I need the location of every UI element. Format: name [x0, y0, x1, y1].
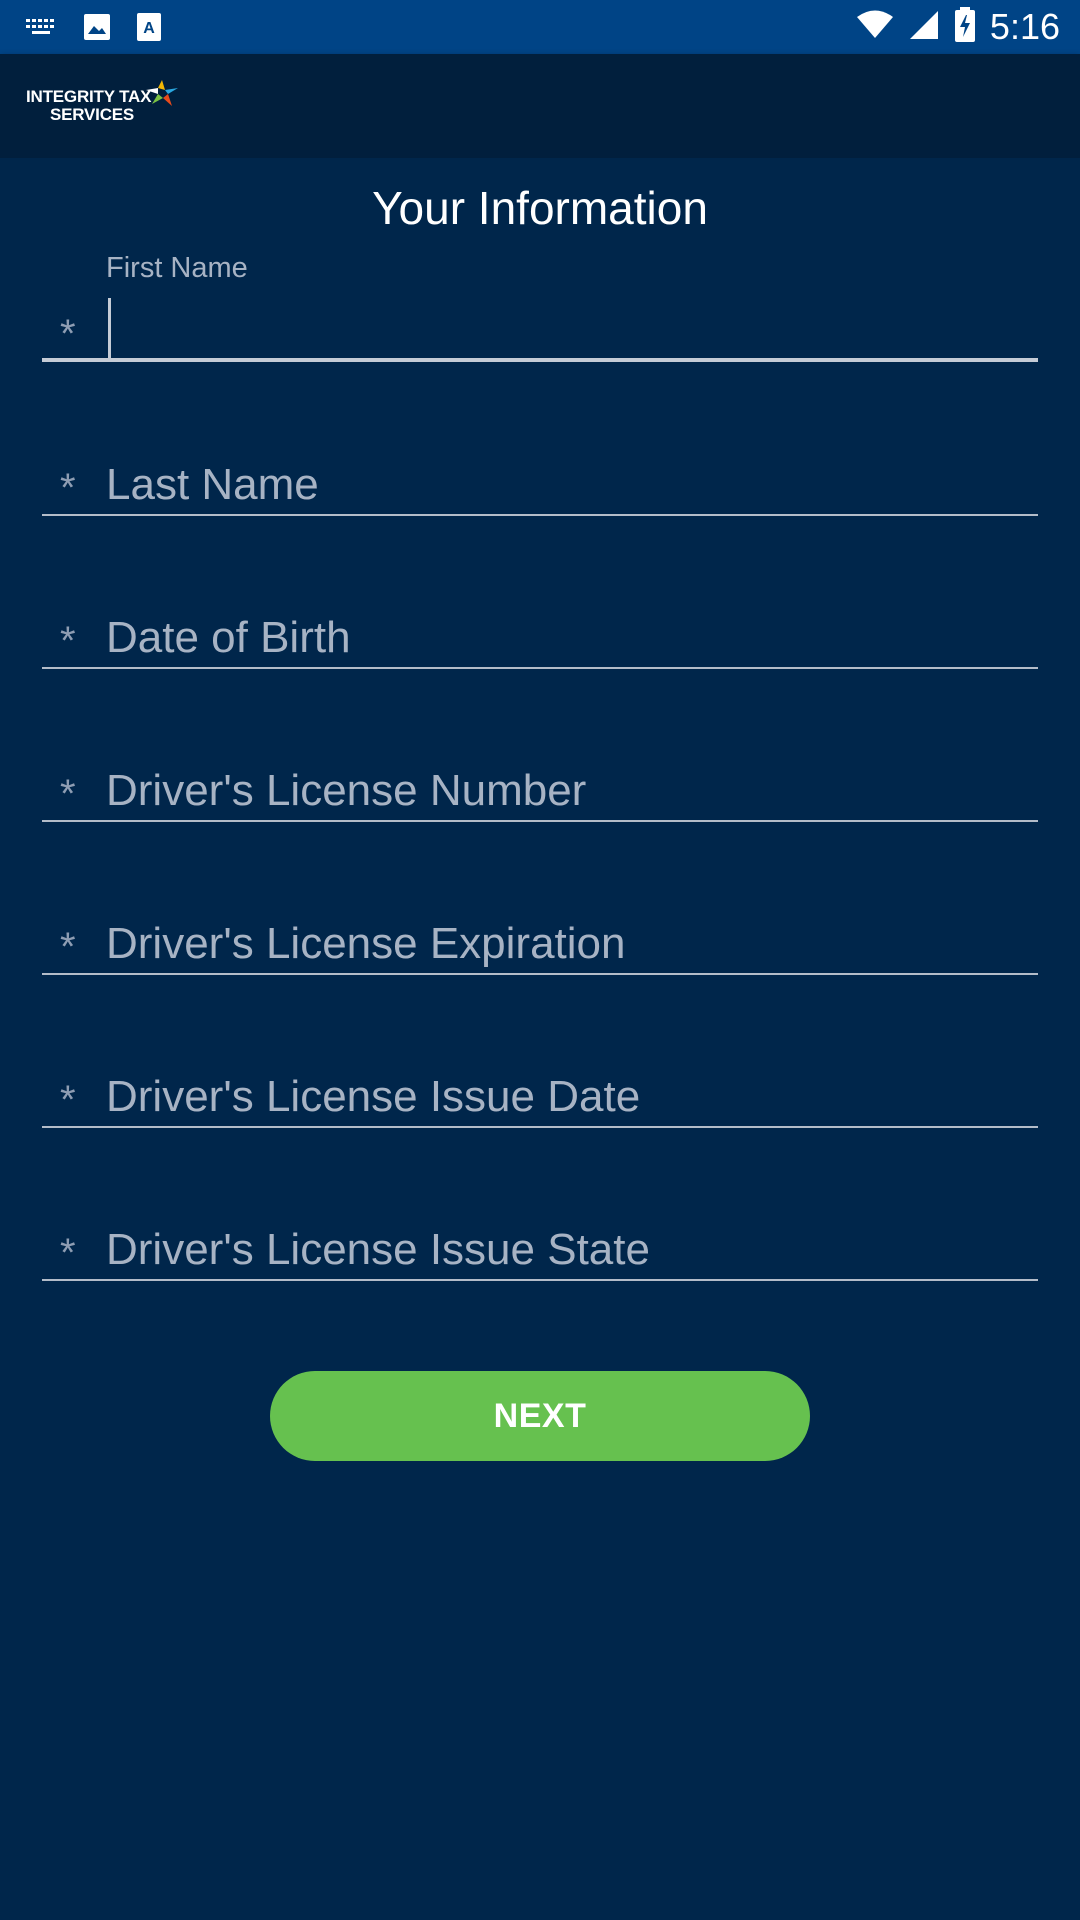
required-marker: *	[60, 1231, 76, 1275]
first-name-field[interactable]: First Name *	[42, 252, 1038, 362]
status-bar: A 5:16	[0, 0, 1080, 54]
integrity-tax-logo[interactable]: INTEGRITY TAX SERVICES	[26, 78, 186, 138]
drivers-license-issue-state-placeholder: Driver's License Issue State	[106, 1225, 650, 1274]
notification-icons: A	[24, 12, 162, 47]
app-bar: INTEGRITY TAX SERVICES	[0, 54, 1080, 158]
logo-star-icon	[144, 78, 180, 113]
field-underline	[42, 514, 1038, 516]
date-of-birth-placeholder: Date of Birth	[106, 613, 351, 662]
field-underline	[42, 1279, 1038, 1281]
main-content: Your Information First Name * * Last Nam…	[0, 158, 1080, 1920]
text-cursor	[108, 298, 111, 358]
drivers-license-number-field[interactable]: * Driver's License Number	[42, 712, 1038, 822]
required-marker: *	[60, 466, 76, 510]
required-marker: *	[60, 772, 76, 816]
drivers-license-number-placeholder: Driver's License Number	[106, 766, 587, 815]
system-icons: 5:16	[856, 6, 1060, 48]
field-underline	[42, 358, 1038, 362]
field-underline	[42, 1126, 1038, 1128]
date-of-birth-field[interactable]: * Date of Birth	[42, 559, 1038, 669]
next-button[interactable]: NEXT	[270, 1371, 810, 1461]
page-title: Your Information	[372, 182, 708, 234]
drivers-license-issue-date-field[interactable]: * Driver's License Issue Date	[42, 1018, 1038, 1128]
signal-icon	[908, 9, 940, 46]
battery-charging-icon	[954, 6, 976, 48]
logo-line2: SERVICES	[50, 105, 135, 124]
field-underline	[42, 820, 1038, 822]
drivers-license-expiration-placeholder: Driver's License Expiration	[106, 919, 626, 968]
field-underline	[42, 667, 1038, 669]
wifi-icon	[856, 10, 894, 45]
required-marker: *	[60, 925, 76, 969]
keyboard-icon	[24, 15, 58, 44]
last-name-field[interactable]: * Last Name	[42, 406, 1038, 516]
first-name-floating-label: First Name	[106, 252, 248, 284]
logo-line1: INTEGRITY TAX	[26, 87, 152, 106]
required-marker: *	[60, 619, 76, 663]
required-marker: *	[60, 312, 76, 356]
status-time: 5:16	[989, 6, 1060, 47]
drivers-license-issue-date-placeholder: Driver's License Issue Date	[106, 1072, 641, 1121]
last-name-placeholder: Last Name	[106, 460, 319, 509]
image-icon	[82, 12, 112, 47]
drivers-license-expiration-field[interactable]: * Driver's License Expiration	[42, 865, 1038, 975]
text-icon: A	[136, 12, 162, 47]
logo-text: INTEGRITY TAX SERVICES	[26, 88, 151, 124]
field-underline	[42, 973, 1038, 975]
drivers-license-issue-state-field[interactable]: * Driver's License Issue State	[42, 1171, 1038, 1281]
svg-text:A: A	[143, 20, 155, 37]
required-marker: *	[60, 1078, 76, 1122]
